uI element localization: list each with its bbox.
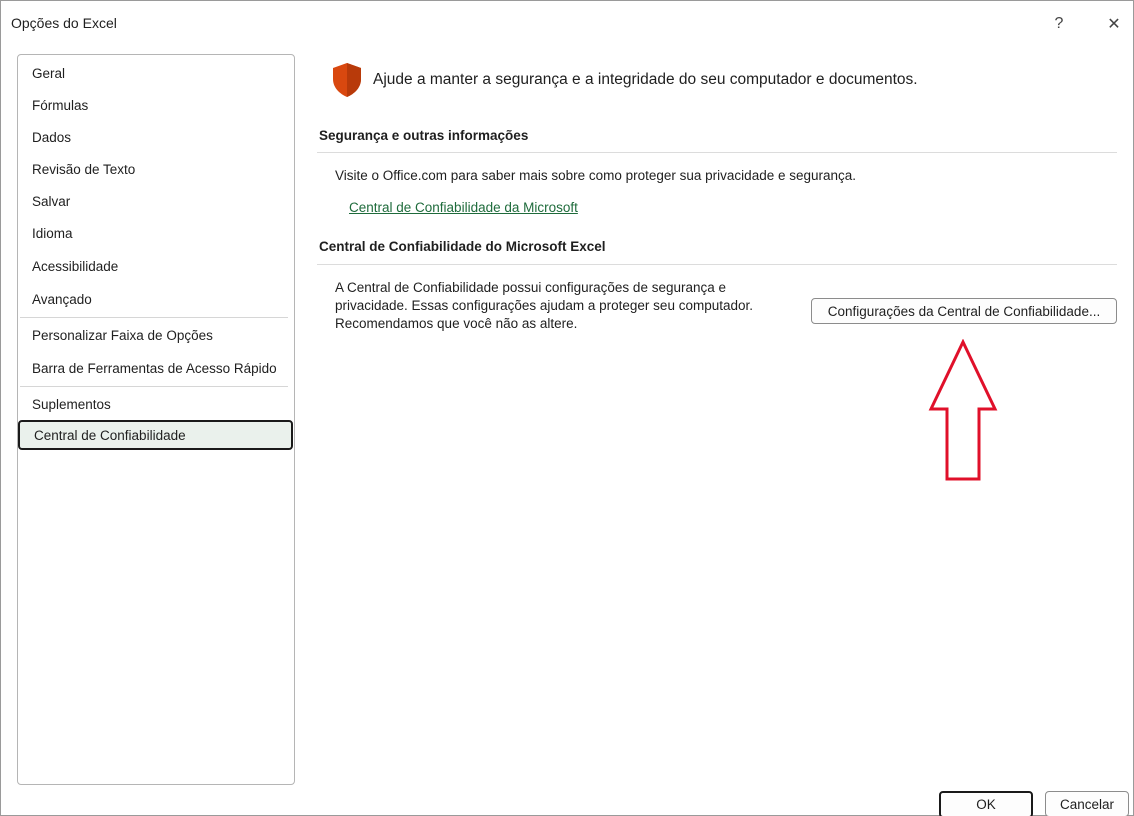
ok-button[interactable]: OK — [939, 791, 1033, 816]
title-bar: Opções do Excel ? ✕ — [1, 1, 1133, 45]
section-divider — [317, 264, 1117, 265]
sidebar-item-label: Suplementos — [32, 396, 111, 412]
window-title: Opções do Excel — [11, 15, 117, 31]
sidebar-item-dados[interactable]: Dados — [18, 122, 294, 152]
section-title-security: Segurança e outras informações — [319, 128, 529, 143]
sidebar-item-personalizar-faixa[interactable]: Personalizar Faixa de Opções — [18, 320, 294, 350]
options-sidebar: Geral Fórmulas Dados Revisão de Texto Sa… — [17, 54, 295, 785]
red-arrow-annotation — [928, 339, 998, 481]
cancel-button[interactable]: Cancelar — [1045, 791, 1129, 816]
trust-center-description: A Central de Confiabilidade possui confi… — [335, 279, 753, 333]
security-hero: Ajude a manter a segurança e a integrida… — [331, 62, 918, 98]
sidebar-item-label: Fórmulas — [32, 97, 89, 113]
security-info-text: Visite o Office.com para saber mais sobr… — [335, 168, 857, 183]
sidebar-item-formulas[interactable]: Fórmulas — [18, 90, 294, 120]
sidebar-item-label: Geral — [32, 65, 66, 81]
sidebar-item-label: Revisão de Texto — [32, 161, 136, 177]
sidebar-item-suplementos[interactable]: Suplementos — [18, 389, 294, 419]
section-title-trust-center: Central de Confiabilidade do Microsoft E… — [319, 239, 606, 254]
sidebar-item-idioma[interactable]: Idioma — [18, 218, 294, 248]
description-line: Recomendamos que você não as altere. — [335, 316, 578, 331]
help-icon: ? — [1054, 15, 1064, 32]
sidebar-item-label: Acessibilidade — [32, 258, 119, 274]
sidebar-divider — [20, 386, 288, 387]
sidebar-item-label: Dados — [32, 129, 72, 145]
sidebar-item-label: Salvar — [32, 193, 71, 209]
sidebar-item-label: Barra de Ferramentas de Acesso Rápido — [32, 360, 277, 376]
sidebar-item-avancado[interactable]: Avançado — [18, 284, 294, 314]
shield-icon — [333, 63, 361, 97]
sidebar-item-central-de-confiabilidade[interactable]: Central de Confiabilidade — [18, 420, 293, 450]
close-button[interactable]: ✕ — [1096, 9, 1132, 39]
close-icon: ✕ — [1107, 16, 1121, 33]
description-line: A Central de Confiabilidade possui confi… — [335, 280, 727, 295]
help-button[interactable]: ? — [1041, 9, 1077, 39]
description-line: privacidade. Essas configurações ajudam … — [335, 298, 753, 313]
trust-center-settings-button[interactable]: Configurações da Central de Confiabilida… — [811, 298, 1117, 324]
sidebar-item-label: Idioma — [32, 225, 73, 241]
hero-text: Ajude a manter a segurança e a integrida… — [373, 71, 918, 88]
sidebar-divider — [20, 317, 288, 318]
sidebar-item-revisao-de-texto[interactable]: Revisão de Texto — [18, 154, 294, 184]
sidebar-item-geral[interactable]: Geral — [18, 58, 294, 88]
sidebar-item-barra-acesso-rapido[interactable]: Barra de Ferramentas de Acesso Rápido — [18, 353, 294, 383]
sidebar-item-label: Avançado — [32, 291, 92, 307]
sidebar-item-label: Personalizar Faixa de Opções — [32, 327, 213, 343]
sidebar-item-salvar[interactable]: Salvar — [18, 186, 294, 216]
excel-options-dialog: Opções do Excel ? ✕ Geral Fórmulas Dados… — [0, 0, 1134, 816]
microsoft-trust-center-link[interactable]: Central de Confiabilidade da Microsoft — [349, 200, 578, 215]
sidebar-item-acessibilidade[interactable]: Acessibilidade — [18, 251, 294, 281]
sidebar-item-label: Central de Confiabilidade — [34, 427, 186, 443]
section-divider — [317, 152, 1117, 153]
